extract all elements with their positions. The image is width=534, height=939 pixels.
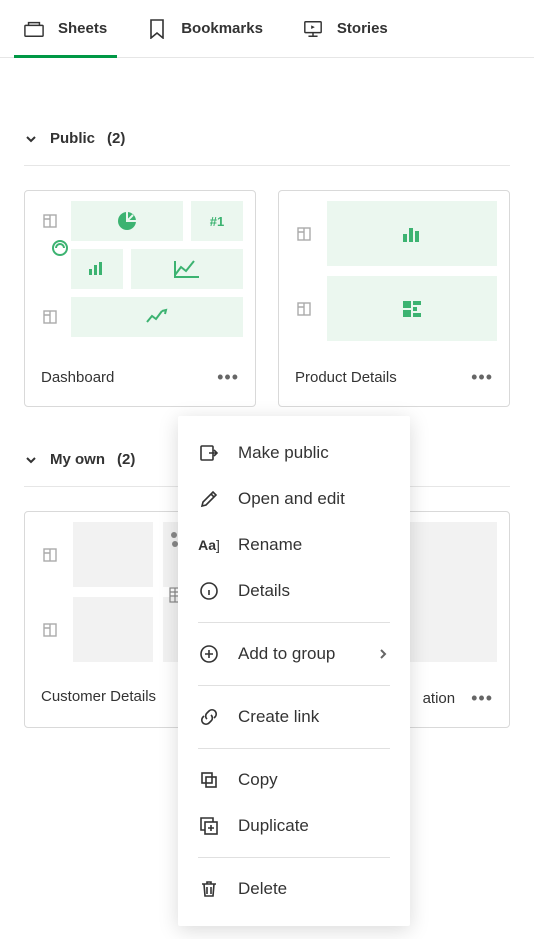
card-title: Customer Details <box>41 688 156 705</box>
pencil-icon <box>198 488 220 510</box>
card-thumbnail <box>279 191 509 351</box>
section-count: (2) <box>117 451 135 468</box>
menu-separator <box>198 622 390 623</box>
card-more-icon[interactable]: ••• <box>471 688 493 709</box>
plus-circle-icon <box>198 643 220 665</box>
menu-details[interactable]: Details <box>178 568 410 614</box>
rename-icon: Aa] <box>198 534 220 556</box>
chevron-down-icon <box>24 132 38 146</box>
card-title: Product Details <box>295 369 397 386</box>
tab-label: Bookmarks <box>181 20 263 37</box>
menu-separator <box>198 748 390 749</box>
menu-label: Rename <box>238 535 302 555</box>
link-icon <box>198 706 220 728</box>
cards-public: #1 Dashboard ••• <box>24 190 510 407</box>
menu-add-to-group[interactable]: Add to group <box>178 631 410 677</box>
trash-icon <box>198 878 220 900</box>
tab-stories[interactable]: Stories <box>303 0 388 57</box>
hashtag-cell: #1 <box>191 201 243 241</box>
tab-label: Sheets <box>58 20 107 37</box>
card-title-suffix: ation <box>423 690 456 707</box>
menu-label: Details <box>238 581 290 601</box>
section-header-public[interactable]: Public (2) <box>24 130 510 166</box>
export-icon <box>198 442 220 464</box>
sheets-icon <box>24 19 44 39</box>
card-more-icon[interactable]: ••• <box>217 367 239 388</box>
info-icon <box>198 580 220 602</box>
section-public: Public (2) #1 Dashboard ••• <box>0 130 534 407</box>
menu-copy[interactable]: Copy <box>178 757 410 803</box>
menu-create-link[interactable]: Create link <box>178 694 410 740</box>
duplicate-icon <box>198 815 220 837</box>
menu-label: Copy <box>238 770 278 790</box>
section-count: (2) <box>107 130 125 147</box>
menu-rename[interactable]: Aa] Rename <box>178 522 410 568</box>
menu-label: Add to group <box>238 644 335 664</box>
tab-bookmarks[interactable]: Bookmarks <box>147 0 263 57</box>
card-footer: Product Details ••• <box>279 351 509 406</box>
tab-label: Stories <box>337 20 388 37</box>
card-product-details[interactable]: Product Details ••• <box>278 190 510 407</box>
card-footer: Dashboard ••• <box>25 351 255 406</box>
section-label: My own <box>50 451 105 468</box>
context-menu: Make public Open and edit Aa] Rename Det… <box>178 416 410 926</box>
menu-make-public[interactable]: Make public <box>178 430 410 476</box>
menu-label: Create link <box>238 707 319 727</box>
chevron-down-icon <box>24 453 38 467</box>
copy-icon <box>198 769 220 791</box>
menu-label: Duplicate <box>238 816 309 836</box>
bookmark-icon <box>147 19 167 39</box>
chevron-right-icon <box>376 647 390 661</box>
card-title: Dashboard <box>41 369 114 386</box>
menu-delete[interactable]: Delete <box>178 866 410 912</box>
stories-icon <box>303 19 323 39</box>
menu-label: Delete <box>238 879 287 899</box>
card-thumbnail: #1 <box>25 191 255 351</box>
menu-duplicate[interactable]: Duplicate <box>178 803 410 849</box>
section-label: Public <box>50 130 95 147</box>
menu-separator <box>198 857 390 858</box>
card-more-icon[interactable]: ••• <box>471 367 493 388</box>
menu-open-edit[interactable]: Open and edit <box>178 476 410 522</box>
menu-label: Make public <box>238 443 329 463</box>
tabs-bar: Sheets Bookmarks Stories <box>0 0 534 58</box>
menu-separator <box>198 685 390 686</box>
menu-label: Open and edit <box>238 489 345 509</box>
card-dashboard[interactable]: #1 Dashboard ••• <box>24 190 256 407</box>
tab-sheets[interactable]: Sheets <box>24 0 107 57</box>
